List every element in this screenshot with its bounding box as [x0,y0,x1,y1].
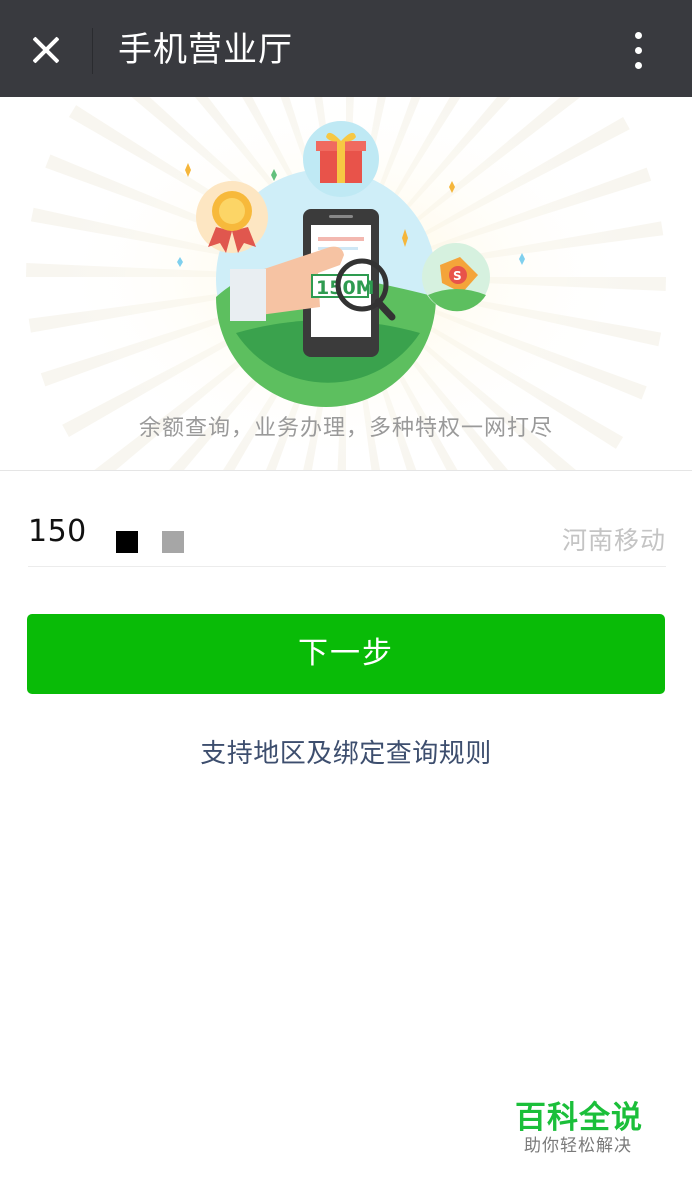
gift-icon [303,121,379,197]
more-vertical-icon[interactable] [618,30,658,72]
svg-text:S: S [453,269,462,283]
rules-link[interactable]: 支持地区及绑定查询规则 [0,733,692,770]
redaction-mark [116,531,138,553]
price-tag-icon: S [422,243,490,312]
page-title: 手机营业厅 [118,30,293,70]
close-icon[interactable] [22,26,70,74]
title-divider [92,28,93,74]
medal-icon [196,181,268,253]
banner: 150M S 余额查询，业务办理，多种特权一网打尽 [0,97,692,470]
watermark-logo-subtitle: 助你轻松解决 [524,1136,632,1156]
phone-number-field[interactable]: 150 河南移动 [28,500,666,567]
next-button[interactable]: 下一步 [27,614,665,694]
phone-number-value[interactable]: 150 [28,514,87,549]
banner-tagline: 余额查询，业务办理，多种特权一网打尽 [138,416,553,441]
section-divider [0,470,692,471]
carrier-label: 河南移动 [561,526,666,555]
title-bar: 手机营业厅 [0,0,692,97]
phone-screen-text: 150M [316,277,375,299]
redaction-mark [162,531,184,553]
field-underline [28,566,666,567]
